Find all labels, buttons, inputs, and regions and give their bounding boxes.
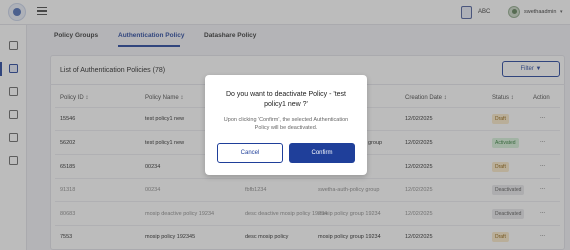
- deactivate-confirm-dialog: Do you want to deactivate Policy - 'test…: [205, 75, 367, 175]
- dialog-title: Do you want to deactivate Policy - 'test…: [225, 91, 346, 108]
- cancel-button[interactable]: Cancel: [217, 143, 283, 163]
- dialog-message: Upon clicking 'Confirm', the selected Au…: [223, 117, 349, 131]
- confirm-button[interactable]: Confirm: [289, 143, 355, 163]
